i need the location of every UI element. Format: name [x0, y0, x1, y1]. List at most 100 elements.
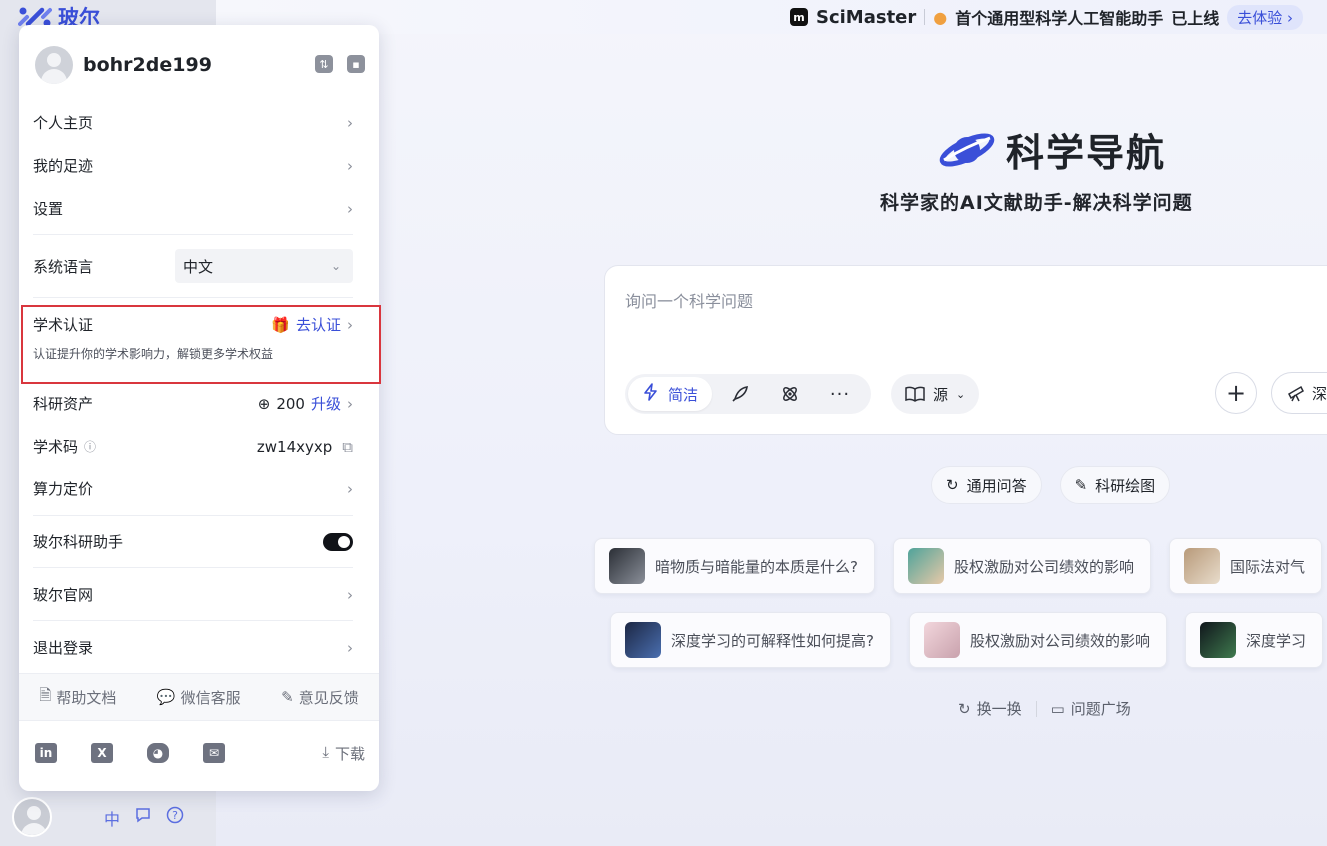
atom-mode-button[interactable]: [768, 377, 812, 411]
mode-concise-button[interactable]: 简洁: [628, 377, 713, 411]
more-modes-button[interactable]: ···: [818, 377, 862, 411]
info-icon[interactable]: ⓘ: [84, 438, 96, 455]
suggestion-card[interactable]: 暗物质与暗能量的本质是什么?: [594, 538, 875, 594]
menu-item-pricing[interactable]: 算力定价 ›: [33, 478, 353, 499]
question-square-button[interactable]: ▭ 问题广场: [1051, 698, 1131, 719]
user-menu-popup: bohr2de199 ⇅ ▪ 个人主页 › 我的足迹 › 设置 › 系统语言 中…: [19, 25, 381, 791]
telescope-icon: [1288, 385, 1304, 402]
menu-item-settings[interactable]: 设置 ›: [33, 198, 353, 219]
suggestion-thumbnail: [923, 622, 960, 658]
upgrade-link[interactable]: 升级: [311, 393, 341, 414]
email-icon[interactable]: ✉: [203, 743, 225, 763]
top-banner: m SciMaster ● 首个通用型科学人工智能助手 已上线 去体验 ›: [216, 0, 1327, 34]
suggestion-row-1: 暗物质与暗能量的本质是什么? 股权激励对公司绩效的影响 国际法对气: [594, 538, 1322, 594]
message-bubble-icon[interactable]: ▪: [347, 55, 365, 73]
message-icon: ▭: [1050, 699, 1065, 718]
more-icon: ···: [829, 383, 851, 405]
chat-feedback-icon[interactable]: [134, 806, 152, 830]
linkedin-icon[interactable]: in: [35, 743, 57, 763]
research-drawing-chip[interactable]: ✎ 科研绘图: [1059, 466, 1171, 504]
question-input[interactable]: 询问一个科学问题: [625, 288, 753, 312]
suggestion-thumbnail: [625, 622, 661, 658]
chevron-down-icon: ⌄: [330, 259, 341, 273]
suggestion-card[interactable]: 深度学习: [1184, 612, 1323, 668]
popup-footer: 🗎 帮助文档 💬 微信客服 ✎ 意见反馈: [19, 673, 379, 721]
hero-brand: 科学导航: [938, 122, 1166, 177]
menu-item-website[interactable]: 玻尔官网 ›: [33, 584, 353, 605]
avatar[interactable]: [12, 797, 52, 837]
language-row: 系统语言 中文 ⌄: [33, 249, 353, 283]
question-box[interactable]: 询问一个科学问题 简洁 ··· 源 ⌄ + 深: [604, 265, 1327, 435]
banner-headline: 首个通用型科学人工智能助手: [955, 9, 1164, 28]
language-select[interactable]: 中文 ⌄: [175, 249, 353, 283]
chevron-right-icon: ›: [347, 394, 353, 413]
svg-text:?: ?: [172, 809, 178, 822]
x-twitter-icon[interactable]: X: [91, 743, 113, 763]
source-selector[interactable]: 源 ⌄: [891, 374, 980, 414]
general-qa-chip[interactable]: ↻ 通用问答: [931, 466, 1042, 504]
rocket-icon: [732, 386, 748, 402]
copy-icon[interactable]: ⧉: [342, 438, 353, 456]
coin-icon: ⊕: [257, 394, 271, 413]
menu-item-academic-cert[interactable]: 学术认证 🎁 去认证 ›: [33, 314, 353, 335]
deep-research-button[interactable]: 深: [1271, 372, 1327, 414]
document-icon: 🗎: [39, 685, 52, 704]
page-title: 科学导航: [1006, 131, 1167, 175]
flame-icon: ●: [933, 7, 948, 27]
rocket-mode-button[interactable]: [718, 377, 762, 411]
page-subtitle: 科学家的AI文献助手-解决科学问题: [880, 192, 1193, 214]
chevron-right-icon: ›: [347, 199, 353, 218]
plus-icon: +: [1225, 379, 1247, 407]
discord-icon[interactable]: ◕: [147, 743, 169, 763]
suggestion-card[interactable]: 国际法对气: [1168, 538, 1322, 594]
download-button[interactable]: ⤓ 下载: [322, 743, 365, 764]
help-docs-link[interactable]: 🗎 帮助文档: [39, 685, 116, 710]
go-cert-button[interactable]: 🎁 去认证 ›: [271, 314, 353, 335]
suggestion-thumbnail: [609, 548, 645, 584]
main-area: m SciMaster ● 首个通用型科学人工智能助手 已上线 去体验 › 科学…: [216, 0, 1327, 846]
avatar[interactable]: [35, 46, 73, 84]
feedback-link[interactable]: ✎ 意见反馈: [281, 687, 359, 708]
planet-logo-icon: [939, 132, 995, 167]
scimaster-name: SciMaster: [816, 6, 917, 28]
menu-item-research-assets[interactable]: 科研资产 ⊕ 200 升级 ›: [33, 393, 353, 414]
assets-balance: 200: [276, 394, 305, 413]
wechat-icon: 💬: [156, 688, 176, 706]
switch-account-icon[interactable]: ⇅: [315, 55, 333, 73]
suggestion-thumbnail: [1199, 622, 1236, 658]
add-attachment-button[interactable]: +: [1215, 372, 1257, 414]
suggestion-card[interactable]: 股权激励对公司绩效的影响: [908, 612, 1167, 668]
refresh-suggestions-button[interactable]: ↻ 换一换: [958, 698, 1022, 719]
suggestion-row-2: 深度学习的可解释性如何提高? 股权激励对公司绩效的影响 深度学习: [610, 612, 1323, 668]
scimaster-promo[interactable]: m SciMaster ● 首个通用型科学人工智能助手 已上线 去体验 ›: [790, 0, 1304, 34]
chevron-down-icon: ⌄: [956, 387, 966, 401]
image-edit-icon: ✎: [1074, 476, 1088, 494]
suggestion-thumbnail: [907, 548, 944, 584]
language-toggle-icon[interactable]: 中: [104, 806, 120, 830]
username: bohr2de199: [83, 54, 212, 76]
academic-code-value: zw14xyxp: [256, 437, 333, 456]
menu-item-history[interactable]: 我的足迹 ›: [33, 155, 353, 176]
assistant-toggle[interactable]: [323, 532, 353, 551]
banner-cta-button[interactable]: 去体验 ›: [1227, 4, 1304, 30]
mode-selector: 简洁 ···: [625, 374, 871, 414]
chevron-right-icon: ›: [347, 113, 353, 132]
scimaster-logo-icon: m: [790, 8, 808, 26]
gift-icon: 🎁: [271, 315, 290, 334]
atom-icon: [783, 387, 797, 401]
download-icon: ⤓: [322, 743, 329, 761]
menu-item-profile[interactable]: 个人主页 ›: [33, 112, 353, 133]
help-icon[interactable]: ?: [166, 806, 184, 830]
chevron-right-icon: ›: [347, 585, 353, 604]
suggestion-actions: ↻ 换一换 ▭ 问题广场: [958, 698, 1131, 719]
suggestion-thumbnail: [1183, 548, 1220, 584]
wechat-support-link[interactable]: 💬 微信客服: [157, 687, 241, 708]
academic-code-row: 学术码 ⓘ zw14xyxp ⧉: [33, 437, 353, 457]
edit-icon: ✎: [281, 688, 294, 706]
chevron-right-icon: ›: [347, 315, 353, 334]
lightning-icon: [642, 383, 660, 405]
chevron-right-icon: ›: [347, 479, 353, 498]
suggestion-card[interactable]: 深度学习的可解释性如何提高?: [610, 612, 891, 668]
menu-item-logout[interactable]: 退出登录 ›: [33, 637, 353, 658]
suggestion-card[interactable]: 股权激励对公司绩效的影响: [892, 538, 1151, 594]
